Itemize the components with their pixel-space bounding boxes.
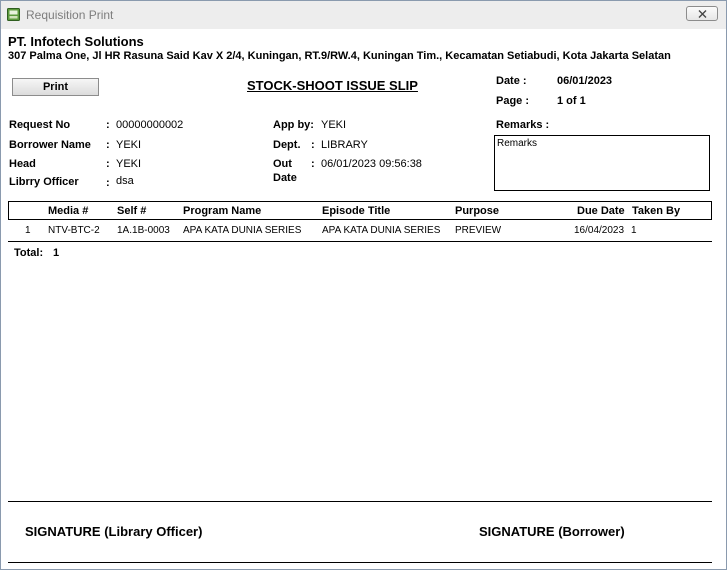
requisition-print-window: Requisition Print PT. Infotech Solutions… [0,0,727,570]
dept-value: LIBRARY [321,139,368,151]
app-by-label: App by: [273,119,314,131]
cell-media: NTV-BTC-2 [48,225,100,236]
library-officer-value: dsa [116,175,134,187]
signature-library-officer: SIGNATURE (Library Officer) [25,524,203,539]
cell-due-date: 16/04/2023 [574,225,625,236]
header-taken-by: Taken By [632,205,681,217]
out-value: 06/01/2023 09:56:38 [321,158,422,170]
cell-purpose: PREVIEW [455,225,502,236]
cell-episode-title: APA KATA DUNIA SERIES [322,225,441,236]
borrower-name-label: Borrower Name [9,139,91,151]
date-label: Date : [496,75,527,87]
header-episode-title: Episode Title [322,205,391,217]
borrower-name-value: YEKI [116,139,142,151]
total-value: 1 [53,247,60,259]
total-label: Total: [14,247,44,259]
header-purpose: Purpose [455,205,500,217]
request-no-value: 00000000002 [116,119,184,131]
header-media: Media # [48,205,89,217]
colon: : [311,139,315,151]
remarks-box: Remarks [494,135,710,191]
library-officer-label: Librry Officer [9,176,79,188]
report-content: PT. Infotech Solutions 307 Palma One, Jl… [1,29,726,569]
out-label: Out [273,158,292,170]
page-label: Page : [496,95,530,107]
header-due-date: Due Date [577,205,625,217]
signature-borrower: SIGNATURE (Borrower) [479,524,625,539]
header-self: Self # [117,205,147,217]
head-value: YEKI [116,158,142,170]
company-name: PT. Infotech Solutions [8,34,144,49]
signature-divider-bottom [8,562,712,563]
colon: : [106,139,110,151]
request-no-label: Request No [9,119,71,131]
row-number: 1 [25,225,31,236]
window-title: Requisition Print [26,8,114,22]
dept-label: Dept. [273,139,301,151]
table-divider [8,241,712,242]
date-value: 06/01/2023 [557,75,613,87]
title-bar: Requisition Print [1,1,726,29]
print-button[interactable]: Print [12,78,99,96]
remarks-label: Remarks : [496,119,550,131]
close-button[interactable] [686,6,718,21]
header-program-name: Program Name [183,205,262,217]
head-label: Head [9,158,36,170]
cell-self: 1A.1B-0003 [117,225,170,236]
app-by-value: YEKI [321,119,347,131]
close-icon [698,10,707,18]
out-date-label: Date [273,172,297,184]
cell-program-name: APA KATA DUNIA SERIES [183,225,302,236]
colon: : [106,158,110,170]
signature-divider-top [8,501,712,502]
colon: : [311,158,315,170]
colon: : [106,119,110,131]
company-address: 307 Palma One, Jl HR Rasuna Said Kav X 2… [8,50,671,62]
slip-title: STOCK-SHOOT ISSUE SLIP [247,78,418,93]
page-value: 1 of 1 [557,95,586,107]
app-icon [7,8,20,21]
cell-taken-by: 1 [631,225,637,236]
colon: : [106,177,110,189]
